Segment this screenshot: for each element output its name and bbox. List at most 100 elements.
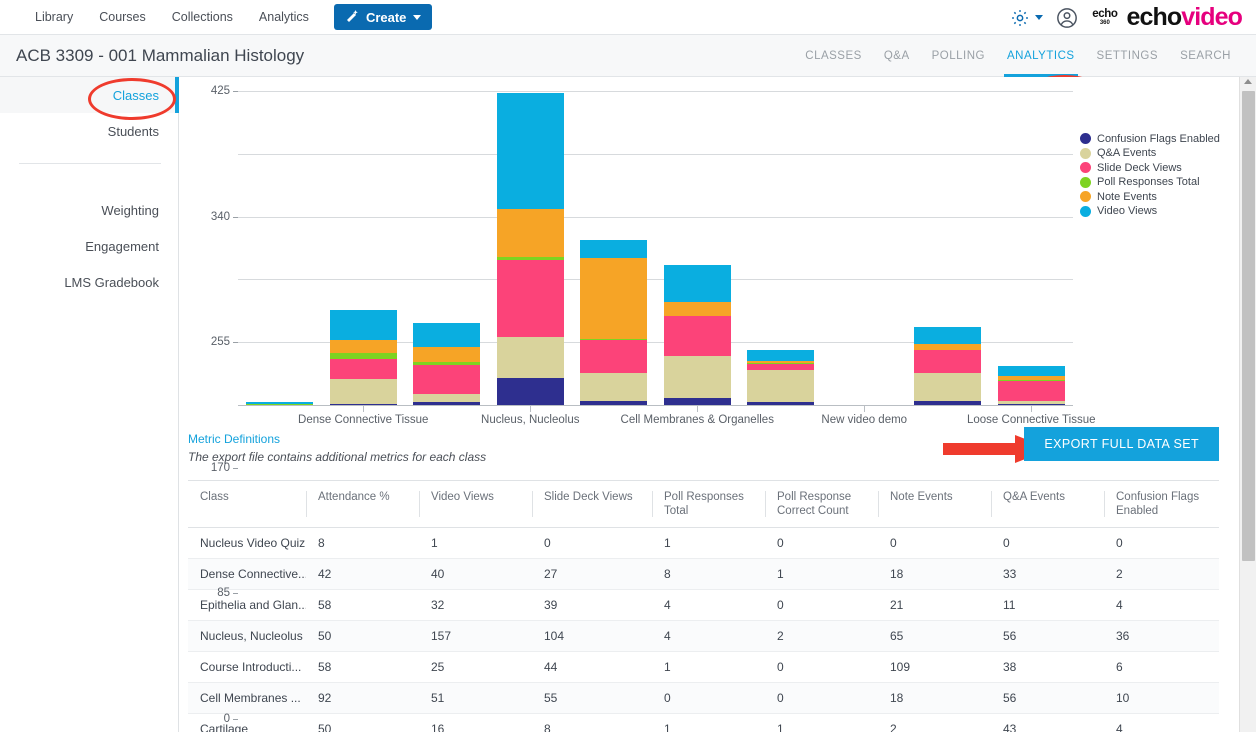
table-cell-value: 4: [652, 589, 765, 621]
gear-chevron-down-icon[interactable]: [1035, 15, 1044, 20]
tab-settings[interactable]: SETTINGS: [1086, 35, 1170, 77]
table-cell-value: 11: [991, 589, 1104, 621]
global-top-bar: Library Courses Collections Analytics Cr…: [0, 0, 1256, 35]
legend-item[interactable]: Video Views: [1080, 205, 1220, 219]
chart-bar[interactable]: [997, 365, 1065, 405]
wand-icon: [345, 9, 359, 26]
export-full-data-set-button[interactable]: EXPORT FULL DATA SET: [1024, 427, 1219, 461]
chart-bar[interactable]: [329, 310, 397, 405]
table-header-row: Class Attendance % Video Views Slide Dec…: [188, 480, 1219, 528]
table-cell-value: 39: [532, 589, 652, 621]
column-header-poll-responses-total[interactable]: Poll Responses Total: [652, 480, 765, 528]
chart-bar[interactable]: [663, 264, 731, 405]
table-body: Nucleus Video Quiz 8 1 0 1 0 0 0 0 Dense Connecti…: [188, 527, 1219, 732]
chart-bar-segment: [663, 315, 731, 357]
chart-y-tick-label: 85: [217, 587, 238, 599]
scroll-thumb[interactable]: [1242, 91, 1255, 561]
chart-bar[interactable]: [747, 349, 815, 405]
table-row[interactable]: Nucleus Video Quiz 8 1 0 1 0 0 0 0: [188, 527, 1219, 559]
legend-item[interactable]: Confusion Flags Enabled: [1080, 132, 1220, 146]
column-header-video-views[interactable]: Video Views: [419, 480, 532, 528]
legend-color-swatch: [1080, 162, 1091, 174]
table-row[interactable]: Course Introducti... 58 25 44 1 0 109 38 6: [188, 651, 1219, 683]
chart-bar-segment: [663, 302, 731, 316]
chart-bar[interactable]: [580, 239, 648, 405]
chart-bar-segment: [413, 393, 481, 403]
legend-item-label: Confusion Flags Enabled: [1097, 132, 1220, 145]
sidebar-item-lms-gradebook[interactable]: LMS Gradebook: [0, 264, 178, 300]
sidebar-item-classes[interactable]: Classes: [0, 77, 179, 113]
column-header-note-events[interactable]: Note Events: [878, 480, 991, 528]
chart-bar-segment: [496, 337, 564, 379]
chart-x-tick: [530, 405, 532, 412]
legend-item[interactable]: Q&A Events: [1080, 147, 1220, 161]
page-body: Classes Students Weighting Engagement LM…: [0, 77, 1256, 732]
chart-bar-segment: [663, 264, 731, 303]
create-button[interactable]: Create: [333, 4, 433, 30]
page-title: ACB 3309 - 001 Mammalian Histology: [16, 45, 305, 65]
nav-collections[interactable]: Collections: [159, 0, 246, 35]
chart-bar-segment: [914, 350, 982, 374]
legend-item[interactable]: Note Events: [1080, 190, 1220, 204]
scroll-up-arrow-icon[interactable]: [1244, 79, 1252, 84]
nav-courses[interactable]: Courses: [86, 0, 159, 35]
column-header-attendance[interactable]: Attendance %: [306, 480, 419, 528]
nav-library[interactable]: Library: [22, 0, 86, 35]
sidebar-item-engagement[interactable]: Engagement: [0, 228, 178, 264]
table-row[interactable]: Cell Membranes ... 92 51 55 0 0 18 56 10: [188, 682, 1219, 714]
chart-bar-segment: [997, 381, 1065, 401]
sidebar-item-label: Students: [107, 123, 159, 139]
tab-polling[interactable]: POLLING: [921, 35, 996, 77]
vertical-scrollbar[interactable]: [1239, 77, 1256, 732]
nav-analytics[interactable]: Analytics: [246, 0, 322, 35]
chart-bar-segment: [580, 372, 648, 401]
column-header-poll-response-correct-count[interactable]: Poll Response Correct Count: [765, 480, 878, 528]
table-cell-value: 56: [991, 620, 1104, 652]
chart-bar[interactable]: [413, 323, 481, 405]
legend-color-swatch: [1080, 191, 1091, 203]
table-row[interactable]: Epithelia and Glan... 58 32 39 4 0 21 11 4: [188, 589, 1219, 621]
table-cell-value: 27: [532, 558, 652, 590]
column-header-slide-deck-views[interactable]: Slide Deck Views: [532, 480, 652, 528]
legend-item-label: Poll Responses Total: [1097, 176, 1200, 189]
table-row[interactable]: Dense Connective... 42 40 27 8 1 18 33 2: [188, 558, 1219, 590]
legend-color-swatch: [1080, 176, 1091, 188]
sidebar-item-weighting[interactable]: Weighting: [0, 192, 178, 228]
legend-item[interactable]: Slide Deck Views: [1080, 161, 1220, 175]
chart-bar[interactable]: [914, 326, 982, 405]
table-row[interactable]: Nucleus, Nucleolus 50 157 104 4 2 65 56 36: [188, 620, 1219, 652]
chart-bar-segment: [329, 359, 397, 380]
chart-legend: Confusion Flags Enabled Q&A Events Slide D…: [1080, 132, 1220, 218]
metric-definitions-link[interactable]: Metric Definitions: [188, 432, 280, 446]
sidebar-item-label: Weighting: [101, 202, 159, 218]
table-header: Class Attendance % Video Views Slide Dec…: [188, 480, 1219, 528]
column-header-qa-events[interactable]: Q&A Events: [991, 480, 1104, 528]
table-cell-value: 0: [765, 527, 878, 559]
export-row: Metric Definitions The export file conta…: [180, 427, 1231, 480]
tab-search[interactable]: SEARCH: [1169, 35, 1242, 77]
avatar-icon[interactable]: [1056, 7, 1092, 29]
chart-bar-segment: [663, 397, 731, 405]
chart-x-tick: [864, 405, 866, 412]
tab-classes[interactable]: CLASSES: [794, 35, 873, 77]
chart-bar-segment: [914, 373, 982, 402]
gear-icon[interactable]: [1010, 8, 1030, 28]
chart-bars: [238, 91, 1073, 405]
table-cell-value: 4: [1104, 713, 1219, 732]
column-header-confusion-flags-enabled[interactable]: Confusion Flags Enabled: [1104, 480, 1219, 528]
tab-analytics[interactable]: ANALYTICS: [996, 35, 1086, 77]
tab-qa[interactable]: Q&A: [873, 35, 921, 77]
table-cell-value: 92: [306, 682, 419, 714]
legend-item[interactable]: Poll Responses Total: [1080, 176, 1220, 190]
column-header-class[interactable]: Class: [188, 480, 306, 528]
table-row[interactable]: Cartilage 50 16 8 1 1 2 43 4: [188, 713, 1219, 732]
wordmark-video: video: [1181, 3, 1243, 31]
chart-bar-segment: [496, 209, 564, 258]
legend-item-label: Q&A Events: [1097, 147, 1157, 160]
table-cell-value: 1: [765, 558, 878, 590]
table-cell-value: 104: [532, 620, 652, 652]
chart-bar[interactable]: [496, 93, 564, 405]
chart-bar-segment: [496, 378, 564, 405]
sidebar-item-students[interactable]: Students: [0, 113, 178, 149]
